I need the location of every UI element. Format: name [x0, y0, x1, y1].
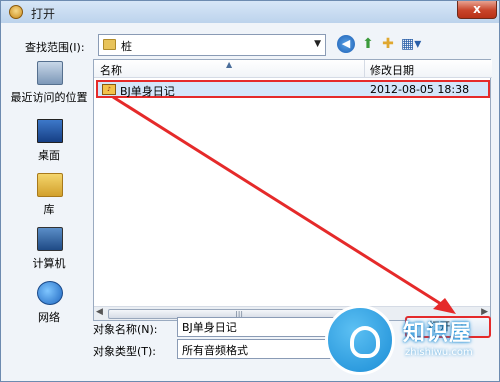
library-icon — [37, 173, 63, 197]
sidebar-item-label: 桌面 — [38, 149, 60, 162]
scroll-left-icon[interactable]: ◀ — [96, 307, 103, 317]
navigation-toolbar: ◀ ⬆ ✚ ▦▾ — [337, 35, 427, 55]
folder-icon — [103, 39, 116, 50]
watermark-logo-icon — [325, 305, 395, 375]
watermark-text: 知识屋 — [403, 321, 473, 346]
window-title: 打开 — [31, 7, 56, 21]
places-sidebar: 最近访问的位置 桌面 库 计算机 网络 — [9, 61, 89, 341]
desktop-icon — [37, 119, 63, 143]
sort-ascending-icon: ▲ — [226, 60, 233, 69]
audio-file-icon: ♪ — [102, 84, 116, 95]
sidebar-item-library[interactable]: 库 — [9, 173, 89, 225]
open-file-dialog: 打开 x 查找范围(I): 桩 ▼ ◀ ⬆ ✚ ▦▾ 最近访问的位置 桌面 库 … — [0, 0, 500, 382]
sidebar-item-label: 库 — [43, 203, 55, 216]
filename-label: 对象名称(N): — [93, 323, 158, 336]
app-icon — [9, 5, 23, 19]
computer-icon — [37, 227, 63, 251]
column-header-name[interactable]: 名称 — [100, 62, 122, 78]
column-header-date[interactable]: 修改日期 — [370, 62, 414, 78]
filetype-value: 所有音频格式 — [182, 344, 248, 357]
sidebar-item-label: 网络 — [38, 311, 60, 324]
filetype-label: 对象类型(T): — [93, 345, 157, 358]
chevron-down-icon: ▼ — [314, 39, 321, 49]
look-in-label: 查找范围(I): — [25, 41, 85, 54]
file-row[interactable]: ♪ BJ单身日记 2012-08-05 18:38 — [96, 80, 490, 98]
file-modified-date: 2012-08-05 18:38 — [370, 83, 470, 96]
file-list: 名称 ▲ 修改日期 ♪ BJ单身日记 2012-08-05 18:38 ◀ ||… — [93, 59, 492, 321]
sidebar-item-label: 计算机 — [32, 257, 66, 270]
watermark-badge: 知识屋 zhishiwu.com — [319, 299, 499, 381]
close-button[interactable]: x — [457, 1, 497, 19]
up-folder-icon[interactable]: ⬆ — [359, 35, 377, 53]
look-in-dropdown[interactable]: 桩 ▼ — [98, 34, 326, 56]
column-divider[interactable] — [364, 60, 365, 78]
file-name: BJ单身日记 — [120, 85, 175, 98]
watermark-url: zhishiwu.com — [405, 347, 473, 358]
lightbulb-icon — [350, 326, 380, 358]
file-list-header: 名称 ▲ 修改日期 — [94, 60, 492, 78]
back-icon[interactable]: ◀ — [337, 35, 355, 53]
new-folder-icon[interactable]: ✚ — [379, 35, 397, 53]
sidebar-item-computer[interactable]: 计算机 — [9, 227, 89, 279]
sidebar-item-desktop[interactable]: 桌面 — [9, 119, 89, 171]
look-in-value: 桩 — [121, 40, 132, 53]
sidebar-item-recent[interactable]: 最近访问的位置 — [9, 61, 89, 113]
sidebar-item-label: 最近访问的位置 — [10, 91, 88, 104]
title-bar: 打开 x — [1, 1, 499, 23]
sidebar-item-network[interactable]: 网络 — [9, 281, 89, 333]
recent-places-icon — [37, 61, 63, 85]
view-menu-icon[interactable]: ▦▾ — [401, 35, 421, 53]
network-icon — [37, 281, 63, 305]
